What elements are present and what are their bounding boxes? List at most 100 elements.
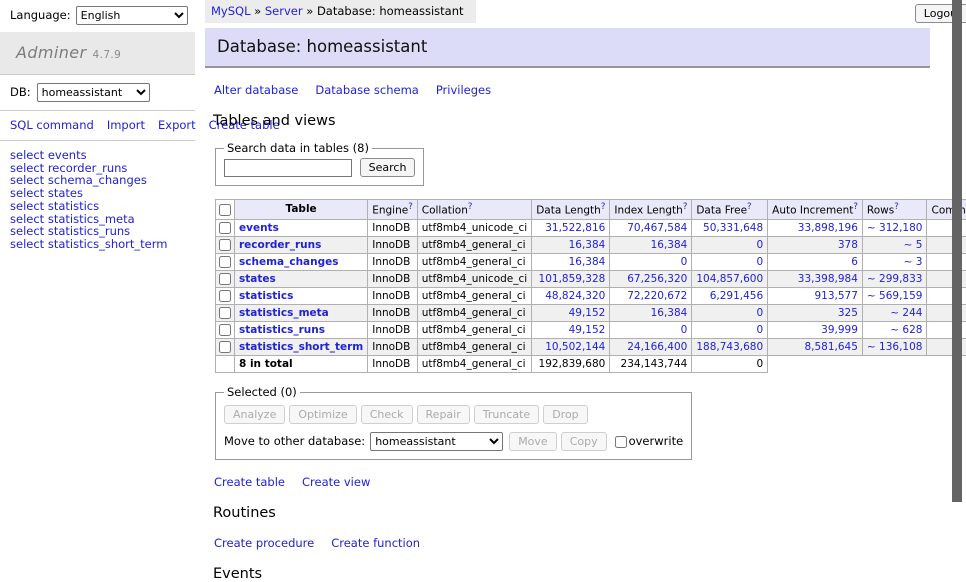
repair-button[interactable]: Repair xyxy=(417,405,470,424)
cell-engine: InnoDB xyxy=(368,339,418,356)
rows-link-statistics[interactable]: ~ 569,159 xyxy=(867,290,923,302)
data-free-link-recorder_runs[interactable]: 0 xyxy=(756,239,763,251)
link-database-schema[interactable]: Database schema xyxy=(315,83,418,97)
link-privileges[interactable]: Privileges xyxy=(436,83,491,97)
table-link-states[interactable]: states xyxy=(239,273,276,285)
index-length-link-statistics_runs[interactable]: 0 xyxy=(681,324,688,336)
column-hint-link-collation[interactable]: ? xyxy=(468,202,473,212)
select-all-checkbox[interactable] xyxy=(219,204,231,216)
data-free-link-schema_changes[interactable]: 0 xyxy=(756,256,763,268)
table-link-statistics[interactable]: statistics xyxy=(239,290,293,302)
optimize-button[interactable]: Optimize xyxy=(289,405,356,424)
cell-engine: InnoDB xyxy=(368,237,418,254)
column-hint-link-data-free[interactable]: ? xyxy=(747,202,752,212)
data-length-link-events[interactable]: 31,522,816 xyxy=(545,222,605,234)
select-link-statistics_short_term[interactable]: select xyxy=(10,237,44,251)
move-database-select[interactable]: homeassistant xyxy=(370,432,503,451)
column-hint-link-auto-increment[interactable]: ? xyxy=(853,202,858,212)
link-create-view[interactable]: Create view xyxy=(302,475,370,489)
auto-increment-link-statistics[interactable]: 913,577 xyxy=(815,290,858,302)
breadcrumb-item-server[interactable]: Server xyxy=(265,4,303,18)
rows-link-statistics_short_term[interactable]: ~ 136,108 xyxy=(867,341,923,353)
auto-increment-link-states[interactable]: 33,398,984 xyxy=(798,273,858,285)
data-free-link-states[interactable]: 104,857,600 xyxy=(696,273,763,285)
sidebar-action-export[interactable]: Export xyxy=(158,118,196,132)
cell-auto-increment: 913,577 xyxy=(768,288,863,305)
table-link-statistics_short_term[interactable]: statistics_short_term xyxy=(239,341,363,353)
table-link-statistics_meta[interactable]: statistics_meta xyxy=(239,307,329,319)
sidebar-table-link-statistics_short_term[interactable]: statistics_short_term xyxy=(48,237,168,251)
data-length-link-schema_changes[interactable]: 16,384 xyxy=(569,256,606,268)
row-checkbox-statistics_runs[interactable] xyxy=(219,324,231,336)
data-length-link-statistics_runs[interactable]: 49,152 xyxy=(569,324,606,336)
auto-increment-link-statistics_short_term[interactable]: 8,581,645 xyxy=(804,341,857,353)
auto-increment-link-statistics_runs[interactable]: 39,999 xyxy=(821,324,858,336)
row-checkbox-statistics_short_term[interactable] xyxy=(219,341,231,353)
row-checkbox-statistics[interactable] xyxy=(219,290,231,302)
rows-link-schema_changes[interactable]: ~ 3 xyxy=(904,256,923,268)
index-length-link-statistics_short_term[interactable]: 24,166,400 xyxy=(627,341,687,353)
index-length-link-events[interactable]: 70,467,584 xyxy=(627,222,687,234)
data-length-link-statistics[interactable]: 48,824,320 xyxy=(545,290,605,302)
auto-increment-link-statistics_meta[interactable]: 325 xyxy=(838,307,858,319)
table-link-events[interactable]: events xyxy=(239,222,279,234)
brand-version[interactable]: 4.7.9 xyxy=(93,49,122,61)
rows-link-statistics_meta[interactable]: ~ 244 xyxy=(890,307,922,319)
auto-increment-link-events[interactable]: 33,898,196 xyxy=(798,222,858,234)
data-length-link-statistics_short_term[interactable]: 10,502,144 xyxy=(545,341,605,353)
check-button[interactable]: Check xyxy=(361,405,413,424)
cell-data-free: 0 xyxy=(692,322,768,339)
scrollbar-thumb[interactable] xyxy=(952,0,962,502)
data-free-link-statistics[interactable]: 6,291,456 xyxy=(710,290,763,302)
column-hint-link-index-length[interactable]: ? xyxy=(683,202,688,212)
data-free-link-statistics_runs[interactable]: 0 xyxy=(756,324,763,336)
row-checkbox-states[interactable] xyxy=(219,273,231,285)
index-length-link-statistics_meta[interactable]: 16,384 xyxy=(651,307,688,319)
row-checkbox-events[interactable] xyxy=(219,222,231,234)
sidebar-action-import[interactable]: Import xyxy=(107,118,145,132)
auto-increment-link-recorder_runs[interactable]: 378 xyxy=(838,239,858,251)
language-select[interactable]: English xyxy=(76,6,188,25)
overwrite-checkbox[interactable] xyxy=(615,436,627,448)
index-length-link-statistics[interactable]: 72,220,672 xyxy=(627,290,687,302)
table-link-statistics_runs[interactable]: statistics_runs xyxy=(239,324,325,336)
link-alter-database[interactable]: Alter database xyxy=(214,83,298,97)
move-button[interactable]: Move xyxy=(509,432,557,451)
data-free-link-statistics_short_term[interactable]: 188,743,680 xyxy=(696,341,763,353)
db-select[interactable]: homeassistant xyxy=(37,83,150,102)
drop-button[interactable]: Drop xyxy=(543,405,587,424)
search-button[interactable]: Search xyxy=(360,158,416,177)
data-length-link-recorder_runs[interactable]: 16,384 xyxy=(569,239,606,251)
sidebar-action-sql-command[interactable]: SQL command xyxy=(10,118,94,132)
truncate-button[interactable]: Truncate xyxy=(474,405,539,424)
index-length-link-schema_changes[interactable]: 0 xyxy=(681,256,688,268)
index-length-link-states[interactable]: 67,256,320 xyxy=(627,273,687,285)
brand-name[interactable]: Adminer xyxy=(16,43,87,62)
rows-link-statistics_runs[interactable]: ~ 628 xyxy=(890,324,922,336)
column-hint-link-rows[interactable]: ? xyxy=(894,202,899,212)
total-data-free-cell: 0 xyxy=(692,356,768,373)
search-input[interactable] xyxy=(224,159,352,177)
rows-link-recorder_runs[interactable]: ~ 5 xyxy=(904,239,923,251)
row-checkbox-recorder_runs[interactable] xyxy=(219,239,231,251)
rows-link-states[interactable]: ~ 299,833 xyxy=(867,273,923,285)
rows-link-events[interactable]: ~ 312,180 xyxy=(867,222,923,234)
row-checkbox-statistics_meta[interactable] xyxy=(219,307,231,319)
auto-increment-link-schema_changes[interactable]: 6 xyxy=(851,256,858,268)
breadcrumb-item-mysql[interactable]: MySQL xyxy=(211,4,251,18)
table-link-recorder_runs[interactable]: recorder_runs xyxy=(239,239,321,251)
link-create-function[interactable]: Create function xyxy=(331,536,420,550)
table-link-schema_changes[interactable]: schema_changes xyxy=(239,256,339,268)
analyze-button[interactable]: Analyze xyxy=(224,405,285,424)
column-hint-link-engine[interactable]: ? xyxy=(408,202,413,212)
copy-button[interactable]: Copy xyxy=(561,432,607,451)
index-length-link-recorder_runs[interactable]: 16,384 xyxy=(651,239,688,251)
data-free-link-statistics_meta[interactable]: 0 xyxy=(756,307,763,319)
link-create-procedure[interactable]: Create procedure xyxy=(214,536,314,550)
row-checkbox-schema_changes[interactable] xyxy=(219,256,231,268)
link-create-table[interactable]: Create table xyxy=(214,475,285,489)
data-length-link-states[interactable]: 101,859,328 xyxy=(539,273,606,285)
column-hint-link-data-length[interactable]: ? xyxy=(601,202,606,212)
data-length-link-statistics_meta[interactable]: 49,152 xyxy=(569,307,606,319)
data-free-link-events[interactable]: 50,331,648 xyxy=(703,222,763,234)
